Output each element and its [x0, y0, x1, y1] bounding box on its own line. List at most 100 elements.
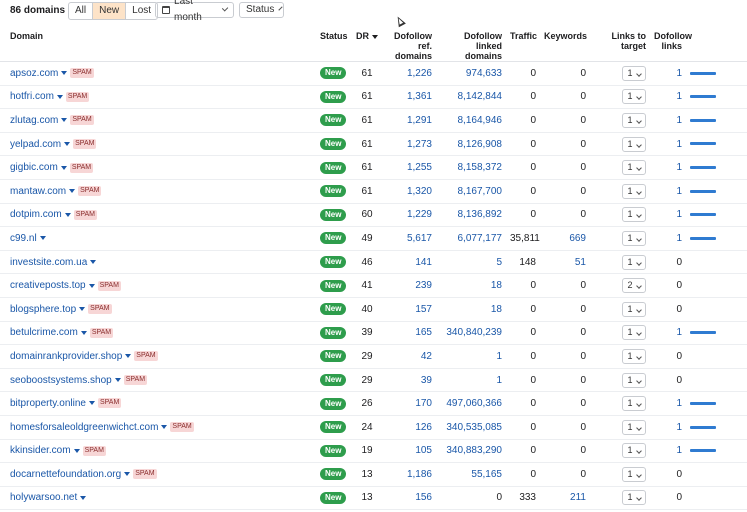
caret-down-icon[interactable] — [125, 354, 132, 359]
ref-domains-link[interactable]: 1,255 — [382, 155, 436, 180]
ref-domains-link[interactable]: 105 — [382, 439, 436, 464]
column-header-traffic[interactable]: Traffic — [506, 29, 540, 62]
caret-down-icon[interactable] — [64, 212, 71, 217]
links-to-target-dropdown[interactable]: 1 — [622, 160, 646, 176]
column-header-dr[interactable]: DR — [352, 29, 382, 62]
links-to-target-dropdown[interactable]: 1 — [622, 301, 646, 317]
links-to-target-dropdown[interactable]: 1 — [622, 112, 646, 128]
linked-domains-link[interactable]: 1 — [436, 344, 506, 369]
domain-link[interactable]: homesforsaleoldgreenwichct.com — [10, 422, 158, 433]
caret-down-icon[interactable] — [60, 165, 67, 170]
links-to-target-dropdown[interactable]: 1 — [622, 396, 646, 412]
links-to-target-dropdown[interactable]: 1 — [622, 207, 646, 223]
dofollow-links-value[interactable]: 1 — [650, 203, 686, 228]
links-to-target-dropdown[interactable]: 1 — [622, 419, 646, 435]
linked-domains-link[interactable]: 8,158,372 — [436, 155, 506, 180]
column-header-keywords[interactable]: Keywords — [540, 29, 590, 62]
caret-down-icon[interactable] — [73, 448, 80, 453]
ref-domains-link[interactable]: 1,291 — [382, 108, 436, 133]
domain-link[interactable]: dotpim.com — [10, 209, 62, 220]
domain-link[interactable]: c99.nl — [10, 233, 37, 244]
domain-link[interactable]: holywarsoo.net — [10, 492, 77, 503]
keywords-value[interactable]: 211 — [540, 486, 590, 511]
ref-domains-link[interactable]: 1,186 — [382, 462, 436, 487]
ref-domains-link[interactable]: 1,361 — [382, 85, 436, 110]
caret-down-icon[interactable] — [80, 495, 87, 500]
domain-link[interactable]: zlutag.com — [10, 115, 58, 126]
filter-new-button[interactable]: New — [93, 3, 127, 19]
linked-domains-link[interactable]: 340,535,085 — [436, 415, 506, 440]
caret-down-icon[interactable] — [114, 377, 121, 382]
domain-link[interactable]: blogsphere.top — [10, 304, 76, 315]
caret-down-icon[interactable] — [56, 94, 63, 99]
links-to-target-dropdown[interactable]: 1 — [622, 325, 646, 341]
links-to-target-dropdown[interactable]: 1 — [622, 372, 646, 388]
linked-domains-link[interactable]: 55,165 — [436, 462, 506, 487]
filter-all-button[interactable]: All — [69, 3, 94, 19]
dofollow-links-value[interactable]: 1 — [650, 61, 686, 86]
dofollow-links-value[interactable]: 1 — [650, 391, 686, 416]
domain-link[interactable]: seoboostsystems.shop — [10, 375, 112, 386]
links-to-target-dropdown[interactable]: 1 — [622, 254, 646, 270]
links-to-target-dropdown[interactable]: 1 — [622, 136, 646, 152]
domain-link[interactable]: creativeposts.top — [10, 280, 86, 291]
domain-link[interactable]: yelpad.com — [10, 139, 61, 150]
caret-down-icon[interactable] — [39, 236, 46, 241]
linked-domains-link[interactable]: 6,077,177 — [436, 226, 506, 251]
links-to-target-dropdown[interactable]: 1 — [622, 183, 646, 199]
domain-link[interactable]: gigbic.com — [10, 162, 58, 173]
caret-down-icon[interactable] — [69, 189, 76, 194]
ref-domains-link[interactable]: 1,273 — [382, 132, 436, 157]
date-range-dropdown[interactable]: Last month — [155, 0, 234, 23]
column-header-linked-domains[interactable]: Dofollow linked domains — [436, 29, 506, 62]
ref-domains-link[interactable]: 156 — [382, 486, 436, 511]
domain-link[interactable]: kkinsider.com — [10, 445, 71, 456]
links-to-target-dropdown[interactable]: 1 — [622, 89, 646, 105]
linked-domains-link[interactable]: 18 — [436, 273, 506, 298]
caret-down-icon[interactable] — [161, 425, 168, 430]
caret-down-icon[interactable] — [88, 401, 95, 406]
keywords-value[interactable]: 51 — [540, 250, 590, 275]
domain-link[interactable]: bitproperty.online — [10, 398, 86, 409]
domain-link[interactable]: mantaw.com — [10, 186, 66, 197]
domain-link[interactable]: investsite.com.ua — [10, 257, 87, 268]
keywords-value[interactable]: 669 — [540, 226, 590, 251]
linked-domains-link[interactable]: 1 — [436, 368, 506, 393]
ref-domains-link[interactable]: 1,226 — [382, 61, 436, 86]
links-to-target-dropdown[interactable]: 1 — [622, 490, 646, 506]
links-to-target-dropdown[interactable]: 1 — [622, 65, 646, 81]
caret-down-icon[interactable] — [64, 141, 71, 146]
ref-domains-link[interactable]: 1,320 — [382, 179, 436, 204]
linked-domains-link[interactable]: 8,167,700 — [436, 179, 506, 204]
caret-down-icon[interactable] — [80, 330, 87, 335]
ref-domains-link[interactable]: 126 — [382, 415, 436, 440]
ref-domains-link[interactable]: 39 — [382, 368, 436, 393]
column-header-domain[interactable]: Domain — [0, 29, 316, 62]
caret-down-icon[interactable] — [90, 259, 97, 264]
linked-domains-link[interactable]: 8,164,946 — [436, 108, 506, 133]
ref-domains-link[interactable]: 42 — [382, 344, 436, 369]
linked-domains-link[interactable]: 5 — [436, 250, 506, 275]
linked-domains-link[interactable]: 340,883,290 — [436, 439, 506, 464]
dofollow-links-value[interactable]: 1 — [650, 85, 686, 110]
links-to-target-dropdown[interactable]: 1 — [622, 230, 646, 246]
dofollow-links-value[interactable]: 1 — [650, 415, 686, 440]
column-header-dofollow-links[interactable]: Dofollow links — [650, 29, 692, 62]
domain-link[interactable]: hotfri.com — [10, 91, 54, 102]
linked-domains-link[interactable]: 497,060,366 — [436, 391, 506, 416]
column-header-links-to-target[interactable]: Links to target — [590, 29, 650, 62]
ref-domains-link[interactable]: 165 — [382, 321, 436, 346]
dofollow-links-value[interactable]: 1 — [650, 226, 686, 251]
links-to-target-dropdown[interactable]: 1 — [622, 348, 646, 364]
ref-domains-link[interactable]: 141 — [382, 250, 436, 275]
dofollow-links-value[interactable]: 1 — [650, 179, 686, 204]
linked-domains-link[interactable]: 18 — [436, 297, 506, 322]
status-dropdown[interactable]: Status — [239, 2, 284, 18]
ref-domains-link[interactable]: 170 — [382, 391, 436, 416]
linked-domains-link[interactable]: 8,142,844 — [436, 85, 506, 110]
column-header-status[interactable]: Status — [316, 29, 352, 62]
ref-domains-link[interactable]: 239 — [382, 273, 436, 298]
linked-domains-link[interactable]: 8,136,892 — [436, 203, 506, 228]
dofollow-links-value[interactable]: 1 — [650, 132, 686, 157]
column-header-ref-domains[interactable]: Dofollow ref. domains — [382, 29, 436, 62]
